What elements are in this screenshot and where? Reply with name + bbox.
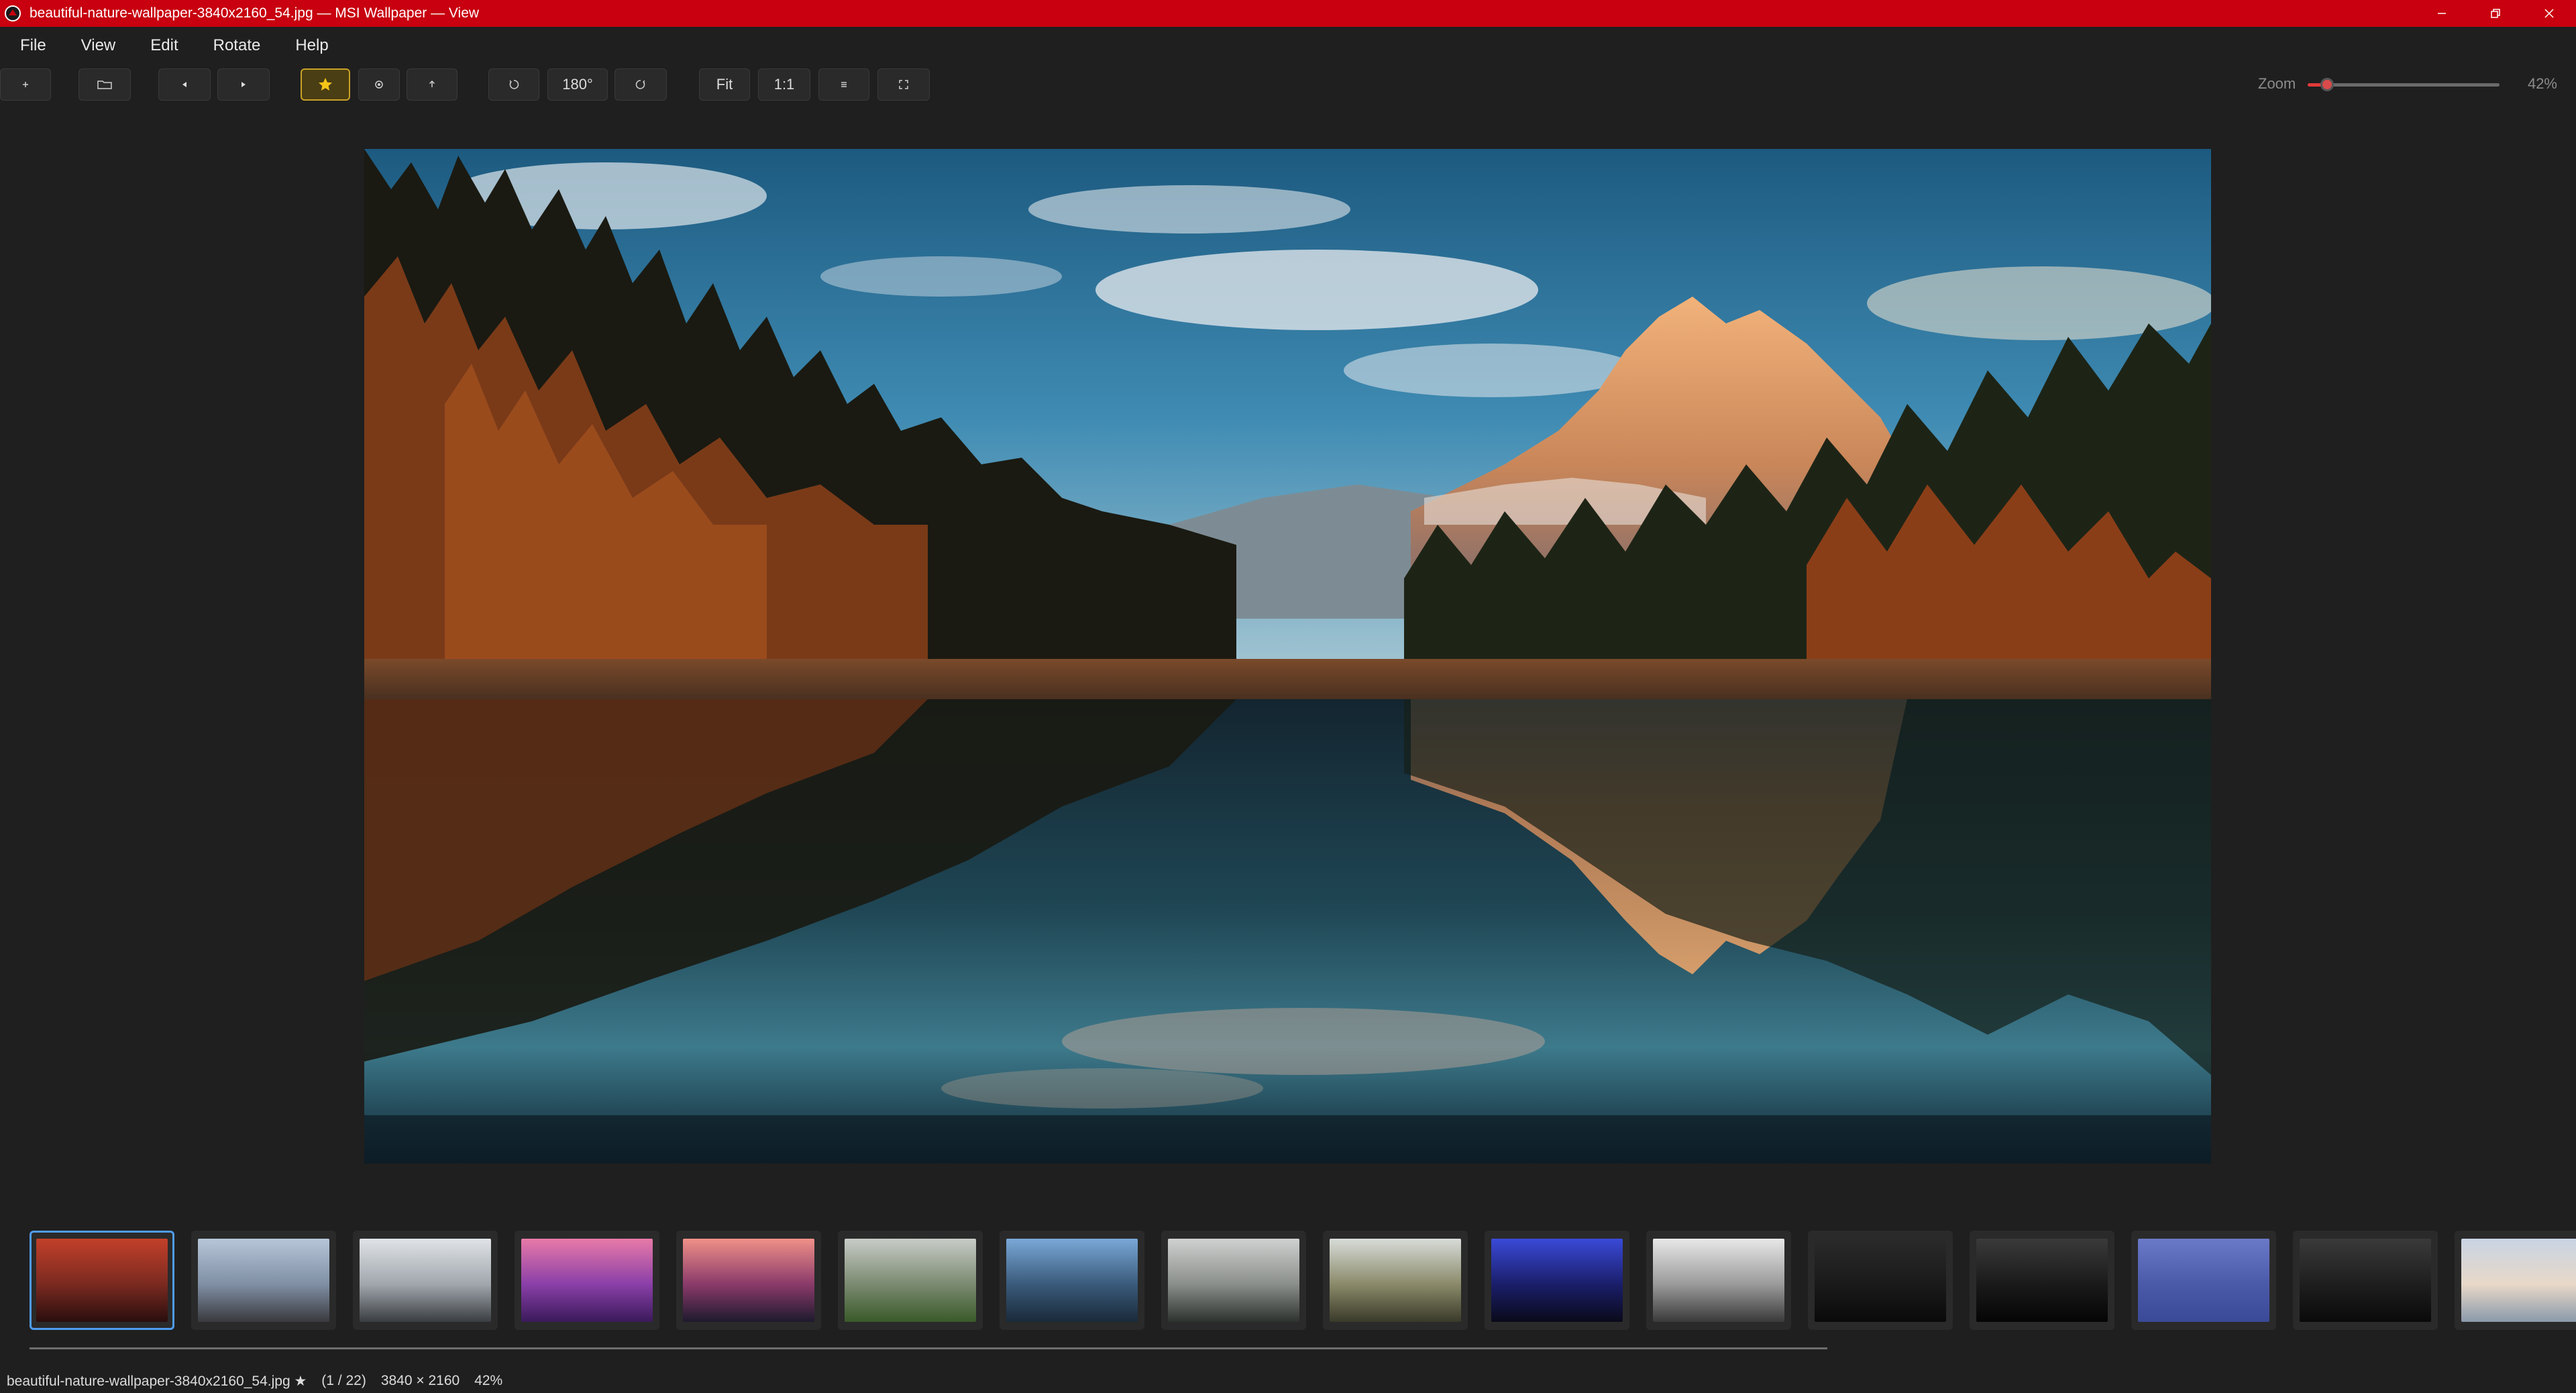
- thumbnail-blue-coastline[interactable]: [1000, 1231, 1144, 1330]
- toolbar: 180° Fit 1:1: [0, 67, 2576, 103]
- thumbnail-image: [683, 1239, 814, 1322]
- thumbnail-mountain-valley[interactable]: [1323, 1231, 1468, 1330]
- thumbnail-purple-lake[interactable]: [515, 1231, 659, 1330]
- open-folder-button[interactable]: [78, 68, 131, 101]
- status-bar: beautiful-nature-wallpaper-3840x2160_54.…: [7, 1373, 517, 1390]
- rotate-180-button[interactable]: 180°: [547, 68, 608, 101]
- zoom-value: 42%: [2527, 75, 2557, 92]
- upload-icon: [429, 80, 435, 87]
- status-dimensions: 3840 × 2160: [380, 1373, 460, 1388]
- status-position: (1 / 22): [321, 1373, 366, 1388]
- menu-bar: File View Edit Rotate Help: [0, 27, 2576, 64]
- thumbnail-image: [1168, 1239, 1299, 1322]
- title-bar: beautiful-nature-wallpaper-3840x2160_54.…: [0, 0, 2576, 27]
- menu-view[interactable]: View: [81, 36, 116, 55]
- plus-icon: [23, 82, 28, 87]
- thumbnail-rocky-coast-dusk[interactable]: [191, 1231, 336, 1330]
- triangle-left-icon: [182, 82, 186, 87]
- folder-icon: [97, 81, 112, 89]
- previous-image-button[interactable]: [158, 68, 211, 101]
- actual-size-button[interactable]: 1:1: [758, 68, 810, 101]
- fullscreen-icon: [899, 80, 908, 89]
- close-icon: [2544, 9, 2554, 18]
- window-controls: [2415, 0, 2576, 27]
- rotate-right-button[interactable]: [614, 68, 667, 101]
- thumbnail-image: [1330, 1239, 1461, 1322]
- wallpaper-image: [364, 149, 2211, 1164]
- thumbnail-dark-laptop-gold[interactable]: [1808, 1231, 1953, 1330]
- thumbnail-image: [2138, 1239, 2269, 1322]
- window-title: beautiful-nature-wallpaper-3840x2160_54.…: [30, 5, 480, 21]
- thumbnail-image: [2461, 1239, 2576, 1322]
- thumbnail-msi-dragon-silver[interactable]: [1646, 1231, 1791, 1330]
- triangle-right-icon: [241, 82, 246, 87]
- add-button[interactable]: [0, 68, 51, 101]
- restore-icon: [2491, 9, 2500, 18]
- filmstrip-scrollbar[interactable]: [30, 1347, 1827, 1349]
- status-filename: beautiful-nature-wallpaper-3840x2160_54.…: [7, 1374, 307, 1389]
- menu-edit[interactable]: Edit: [150, 36, 178, 55]
- thumbnail-image: [2300, 1239, 2431, 1322]
- thumbnail-image: [36, 1239, 168, 1322]
- rotate-left-button[interactable]: [488, 68, 539, 101]
- thumbnail-msi-black-laptop[interactable]: [2293, 1231, 2438, 1330]
- thumbnail-pastel-beach[interactable]: [2455, 1231, 2576, 1330]
- minimize-button[interactable]: [2415, 0, 2469, 27]
- thumbnail-foggy-forest[interactable]: [838, 1231, 983, 1330]
- share-button[interactable]: [407, 68, 458, 101]
- thumbnail-image: [1006, 1239, 1138, 1322]
- next-image-button[interactable]: [217, 68, 270, 101]
- thumbnail-filmstrip: [0, 1225, 2576, 1330]
- info-button[interactable]: [358, 68, 400, 101]
- app-logo-icon: [5, 5, 21, 21]
- thumbnail-image: [845, 1239, 976, 1322]
- image-viewer[interactable]: [364, 149, 2211, 1164]
- thumbnail-image: [521, 1239, 653, 1322]
- hamburger-icon: [841, 82, 847, 87]
- fit-button[interactable]: Fit: [699, 68, 750, 101]
- star-icon: [319, 78, 332, 91]
- thumbnail-msi-gaming-stage[interactable]: [1485, 1231, 1629, 1330]
- thumbnail-dark-disc[interactable]: [1970, 1231, 2114, 1330]
- thumbnail-red-lake-sunset[interactable]: [30, 1231, 174, 1330]
- thumbnail-image: [1491, 1239, 1623, 1322]
- rotate-right-icon: [635, 80, 645, 89]
- thumbnail-image: [198, 1239, 329, 1322]
- zoom-slider-thumb[interactable]: [2320, 78, 2334, 91]
- status-zoom: 42%: [474, 1373, 503, 1388]
- menu-file[interactable]: File: [20, 36, 46, 55]
- thumbnail-image: [360, 1239, 491, 1322]
- restore-button[interactable]: [2469, 0, 2522, 27]
- circle-icon: [375, 81, 383, 89]
- thumbnail-image: [1653, 1239, 1784, 1322]
- thumbnail-image: [1976, 1239, 2108, 1322]
- thumbnail-pink-sky-hills[interactable]: [676, 1231, 821, 1330]
- rotate-left-icon: [509, 80, 519, 89]
- thumbnail-image: [1815, 1239, 1946, 1322]
- zoom-label: Zoom: [2258, 75, 2296, 92]
- thumbnail-misty-pines[interactable]: [1161, 1231, 1306, 1330]
- thumbnail-misty-coast[interactable]: [353, 1231, 498, 1330]
- menu-help[interactable]: Help: [295, 36, 328, 55]
- minimize-icon: [2438, 13, 2446, 14]
- fullscreen-button[interactable]: [877, 68, 930, 101]
- close-button[interactable]: [2522, 0, 2576, 27]
- favorite-button[interactable]: [301, 68, 350, 101]
- thumbnail-blue-msi-logo[interactable]: [2131, 1231, 2276, 1330]
- menu-rotate[interactable]: Rotate: [213, 36, 261, 55]
- menu-button[interactable]: [818, 68, 869, 101]
- zoom-slider[interactable]: [2308, 78, 2500, 91]
